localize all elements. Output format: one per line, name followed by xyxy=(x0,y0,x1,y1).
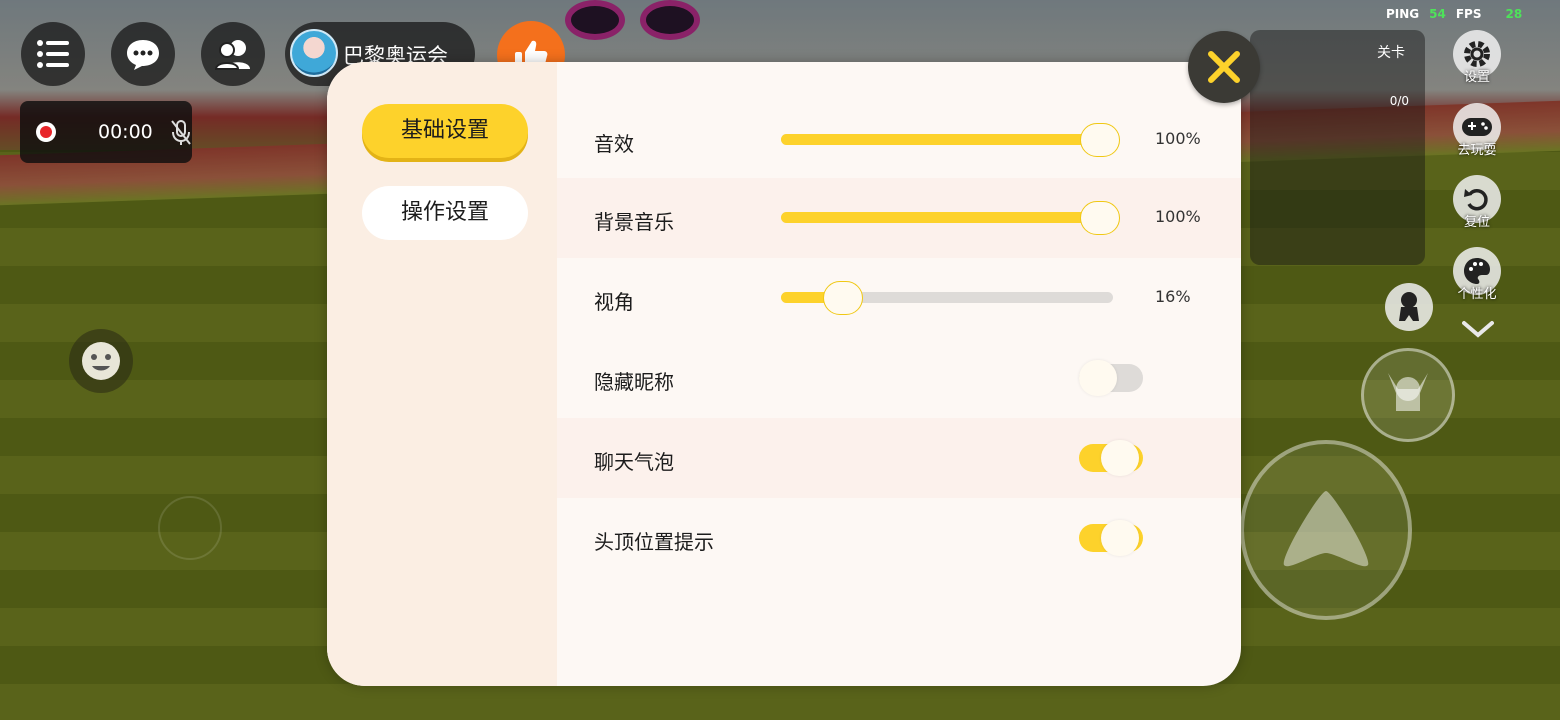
side-customize-button[interactable]: 个性化 xyxy=(1450,247,1504,302)
setting-row-sound-effects: 音效 100% xyxy=(557,100,1241,180)
setting-label: 头顶位置提示 xyxy=(594,530,714,554)
tab-control-settings[interactable]: 操作设置 xyxy=(362,186,528,240)
side-customize-label: 个性化 xyxy=(1457,287,1497,302)
ping-value: 54 xyxy=(1429,7,1446,21)
slider-handle[interactable] xyxy=(823,281,864,315)
emoji-button[interactable] xyxy=(69,329,133,393)
hide-nickname-toggle[interactable] xyxy=(1079,360,1143,396)
character-icon xyxy=(1399,292,1419,321)
toggle-knob xyxy=(1101,520,1139,556)
setting-label: 视角 xyxy=(594,290,634,314)
gamepad-icon xyxy=(1462,118,1492,136)
ping-label: PING xyxy=(1386,7,1420,21)
slider-handle[interactable] xyxy=(1079,123,1120,157)
network-stats: PING 54 FPS 28 xyxy=(1386,7,1522,21)
mic-muted-icon[interactable] xyxy=(170,119,192,147)
record-icon[interactable] xyxy=(36,122,56,142)
slider-handle[interactable] xyxy=(1079,201,1120,235)
chat-bubble-icon xyxy=(127,40,159,70)
close-button[interactable] xyxy=(1188,31,1260,103)
setting-row-view-angle: 视角 16% xyxy=(557,258,1241,338)
side-play-button[interactable]: 去玩耍 xyxy=(1450,103,1504,158)
jump-button[interactable] xyxy=(1240,440,1412,620)
setting-label: 聊天气泡 xyxy=(594,450,674,474)
list-icon xyxy=(37,40,69,68)
chat-button[interactable] xyxy=(111,22,175,86)
setting-row-background-music: 背景音乐 100% xyxy=(557,178,1241,258)
level-title: 关卡 xyxy=(1377,45,1405,61)
tab-basic-settings[interactable]: 基础设置 xyxy=(362,104,528,158)
setting-label: 音效 xyxy=(594,132,634,156)
fps-label: FPS xyxy=(1455,7,1482,21)
slider-value: 100% xyxy=(1155,129,1201,148)
recording-panel[interactable]: 00:00 xyxy=(20,101,192,163)
overhead-position-toggle[interactable] xyxy=(1079,520,1143,556)
friends-icon xyxy=(214,40,250,70)
slider-fill xyxy=(781,212,1113,223)
slider-fill xyxy=(781,134,1113,145)
level-count: 0/0 xyxy=(1389,94,1409,108)
view-angle-slider[interactable] xyxy=(781,281,1113,315)
setting-label: 隐藏昵称 xyxy=(594,370,674,394)
setting-label: 背景音乐 xyxy=(594,210,674,234)
slider-value: 100% xyxy=(1155,207,1201,226)
palette-icon xyxy=(1464,258,1490,284)
chevron-down-icon[interactable] xyxy=(1462,320,1494,338)
toggle-knob xyxy=(1101,440,1139,476)
settings-dialog: 基础设置 操作设置 音效 100% 背景音乐 100% 视角 16% 隐藏昵称 … xyxy=(327,62,1241,686)
reset-icon xyxy=(1464,189,1488,211)
setting-row-hide-nickname: 隐藏昵称 xyxy=(557,338,1241,418)
settings-content: 音效 100% 背景音乐 100% 视角 16% 隐藏昵称 聊天气泡 头顶位置提… xyxy=(557,62,1241,686)
level-panel[interactable]: 关卡 0/0 xyxy=(1250,30,1425,265)
gear-icon xyxy=(1464,41,1490,67)
sound-effects-slider[interactable] xyxy=(781,123,1120,157)
movement-joystick[interactable] xyxy=(158,496,222,560)
setting-row-chat-bubble: 聊天气泡 xyxy=(557,418,1241,498)
slider-value: 16% xyxy=(1155,287,1191,306)
side-settings-label: 设置 xyxy=(1463,70,1490,85)
fps-value: 28 xyxy=(1505,7,1523,21)
setting-row-overhead-position: 头顶位置提示 xyxy=(557,498,1241,578)
character-button[interactable] xyxy=(1385,283,1433,331)
close-icon xyxy=(1208,51,1240,83)
chat-bubble-toggle[interactable] xyxy=(1079,440,1143,476)
side-reset-button[interactable]: 复位 xyxy=(1450,175,1504,230)
recording-time: 00:00 xyxy=(98,121,153,143)
action-button[interactable] xyxy=(1361,348,1455,442)
side-reset-label: 复位 xyxy=(1463,215,1490,230)
side-play-label: 去玩耍 xyxy=(1457,143,1497,158)
cheer-icon xyxy=(1388,373,1428,411)
side-settings-button[interactable]: 设置 xyxy=(1450,30,1504,85)
toggle-knob xyxy=(1079,360,1117,396)
menu-button[interactable] xyxy=(21,22,85,86)
friends-button[interactable] xyxy=(201,22,265,86)
smiley-icon xyxy=(82,342,120,380)
settings-sidebar: 基础设置 操作设置 xyxy=(327,62,557,686)
jump-arrow-icon xyxy=(1283,491,1369,567)
background-music-slider[interactable] xyxy=(781,201,1120,235)
